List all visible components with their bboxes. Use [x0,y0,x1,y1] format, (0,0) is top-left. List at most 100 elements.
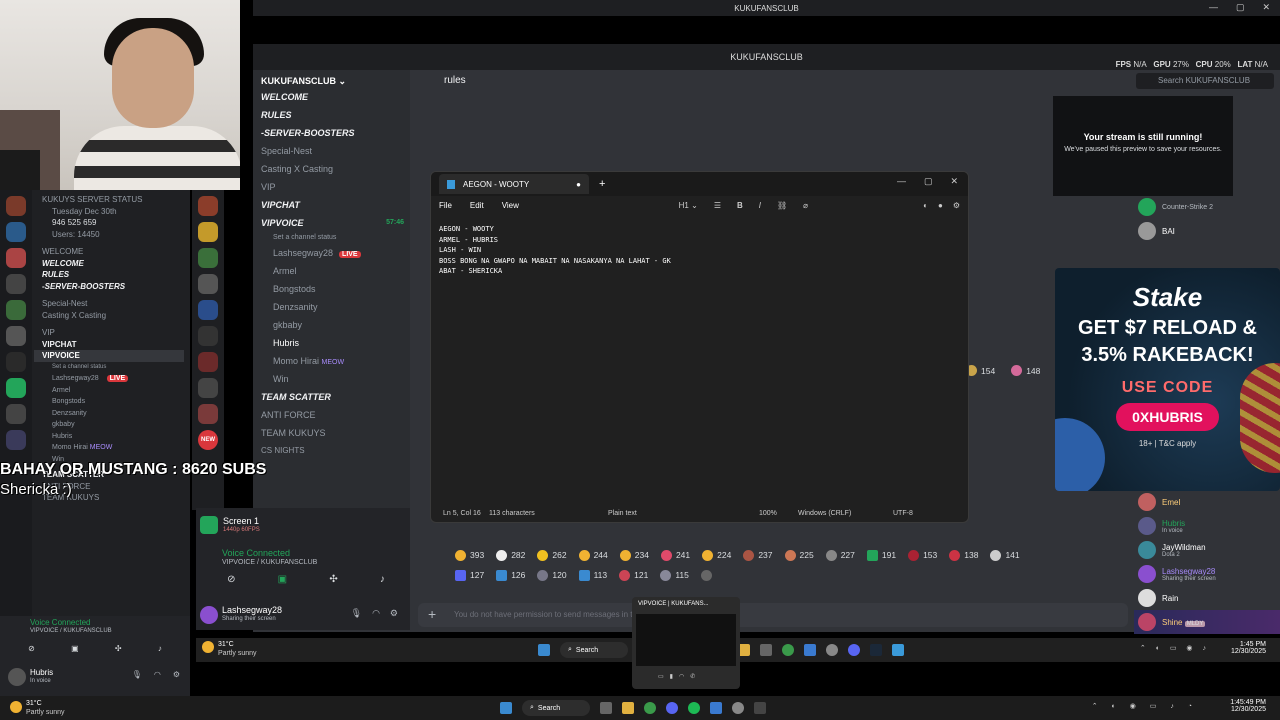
taskbar-search[interactable]: ⌕ Search [560,642,629,658]
server-icon[interactable] [198,274,218,294]
channel-welcome[interactable]: WELCOME [253,88,410,106]
channel-casting[interactable]: Casting X Casting [253,160,410,178]
member-item[interactable]: Shine MLDY [1134,610,1280,634]
new-tab-icon[interactable]: + [599,178,605,190]
server-icon[interactable] [6,222,26,242]
headset-icon[interactable]: ◠ [679,673,684,680]
vc-user-armel[interactable]: Armel [253,262,410,280]
start-icon[interactable] [538,644,550,656]
channel-team-kukuys[interactable]: TEAM KUKUYS [253,424,410,442]
server-icon[interactable] [6,274,26,294]
server-icon[interactable] [198,248,218,268]
file-explorer-icon[interactable] [622,702,635,714]
heading-dropdown[interactable]: H1 ⌄ [679,201,698,210]
channel-vipchat[interactable]: VIPCHAT [34,339,184,351]
channel-team-scatter[interactable]: TEAM SCATTER [253,388,410,406]
channel-casting[interactable]: Casting X Casting [34,310,184,322]
bold-icon[interactable]: B [737,201,743,210]
voice-channel-label[interactable]: VIPVOICE / KUKUFANSCLUB [30,628,112,634]
soundboard-icon[interactable]: ♪ [158,644,162,653]
mic-icon[interactable]: 🎙 [132,670,142,679]
server-name[interactable]: KUKUFANSCLUB ⌄ [253,70,410,88]
channel-vipvoice[interactable]: VIPVOICE 57:46 [253,214,410,232]
obs-icon[interactable] [754,702,767,714]
reaction[interactable]: 121 [619,569,648,581]
reaction[interactable]: 241 [660,549,690,561]
tray-icons[interactable]: ⌃ ◐ ▭ ◉ ♪ [1140,644,1210,652]
clear-format-icon[interactable]: ⌀ [803,201,808,210]
reaction[interactable]: 262 [537,549,567,561]
category-special-nest[interactable]: Special-Nest [253,142,410,160]
avatar[interactable] [8,668,26,686]
settings-gear-icon[interactable]: ⚙ [390,608,398,619]
channel-server-boosters[interactable]: -SERVER-BOOSTERS [253,124,410,142]
search-input[interactable]: Search KUKUFANSCLUB [1136,73,1274,89]
share-screen-icon[interactable]: ▣ [71,644,79,653]
vc-user[interactable]: Lashsegway28 LIVE [34,373,184,385]
add-attachment-icon[interactable]: + [428,606,436,622]
vc-user[interactable]: Denzsanity [34,408,184,420]
reaction[interactable]: 126 [496,569,525,581]
category-vip[interactable]: VIP [253,178,410,196]
taskbar-search[interactable]: ⌕ Search [522,700,591,716]
member-item[interactable]: BAI [1134,219,1280,243]
discord-icon[interactable] [848,644,861,656]
maximize-icon[interactable]: ▢ [924,176,933,187]
clock[interactable]: 1:45:49 PM 12/30/2025 [1230,699,1266,713]
vc-user[interactable]: Bongstods [34,396,184,408]
steam-icon[interactable] [870,644,883,656]
stake-ad[interactable]: Stake GET $7 RELOAD & 3.5% RAKEBACK! USE… [1055,268,1280,491]
reaction[interactable]: 141 [990,549,1020,561]
vc-user-momo[interactable]: Momo Hirai MEOW [253,352,410,370]
mic-icon[interactable]: 🎙 [351,608,362,619]
server-icon[interactable] [6,352,26,372]
new-badge[interactable]: NEW [198,430,218,450]
mail-icon[interactable] [710,702,723,714]
camera-off-icon[interactable]: ⊘ [28,644,35,653]
copilot-icon[interactable]: ◐ [923,201,928,210]
settings-gear-icon[interactable]: ⚙ [173,670,180,679]
notepad-taskbar-icon[interactable] [892,644,905,656]
reaction[interactable]: 282 [496,549,525,561]
reaction[interactable]: 227 [825,549,855,561]
server-icon[interactable] [6,404,26,424]
task-view-icon[interactable] [600,702,613,714]
channel-vipvoice[interactable]: VIPVOICE [34,350,184,362]
list-icon[interactable]: ☰ [714,201,721,210]
notepad-text-area[interactable]: AEGON - WOOTY ARMEL - HUBRIS LASH - WIN … [431,214,968,504]
reaction[interactable]: 225 [784,549,814,561]
member-item[interactable]: Rain [1134,586,1280,610]
channel-boosters[interactable]: -SERVER-BOOSTERS [34,281,184,293]
account-icon[interactable]: ● [938,201,943,210]
notepad-tab[interactable]: AEGON - WOOTY ● [439,174,589,194]
vc-user-hubris[interactable]: Hubris [253,334,410,352]
channel-status[interactable]: Set a channel status [253,232,410,244]
member-item[interactable]: Lashsegway28 Sharing their screen [1134,562,1280,586]
server-icon[interactable] [6,300,26,320]
spotify-icon[interactable] [688,702,701,714]
reaction[interactable]: 115 [660,569,689,581]
start-icon[interactable] [500,702,512,714]
disconnect-icon[interactable]: ✆ [690,673,695,680]
maximize-icon[interactable]: ▢ [1236,2,1245,13]
reaction[interactable]: 153 [908,549,937,561]
reaction[interactable]: 244 [578,549,608,561]
member-item[interactable]: JayWildman Dota 2 [1134,538,1280,562]
server-icon[interactable] [198,196,218,216]
server-icon[interactable] [198,222,218,242]
server-icon[interactable] [198,404,218,424]
reaction[interactable]: 113 [578,569,607,581]
category-welcome[interactable]: WELCOME [34,246,184,258]
reaction[interactable]: 127 [455,569,484,581]
minimize-icon[interactable]: — [1209,2,1218,13]
headset-icon[interactable]: ◠ [372,608,380,619]
activities-icon[interactable]: ✣ [329,574,337,585]
headset-icon[interactable]: ◠ [154,670,161,679]
vc-user-denzsanity[interactable]: Denzsanity [253,298,410,316]
app-icon[interactable] [732,702,745,714]
channel-vipchat[interactable]: VIPCHAT [253,196,410,214]
minimize-icon[interactable]: — [897,176,906,187]
share-screen-icon[interactable]: ▣ [278,574,287,585]
soundboard-icon[interactable]: ♪ [380,574,385,585]
server-icon[interactable] [198,326,218,346]
